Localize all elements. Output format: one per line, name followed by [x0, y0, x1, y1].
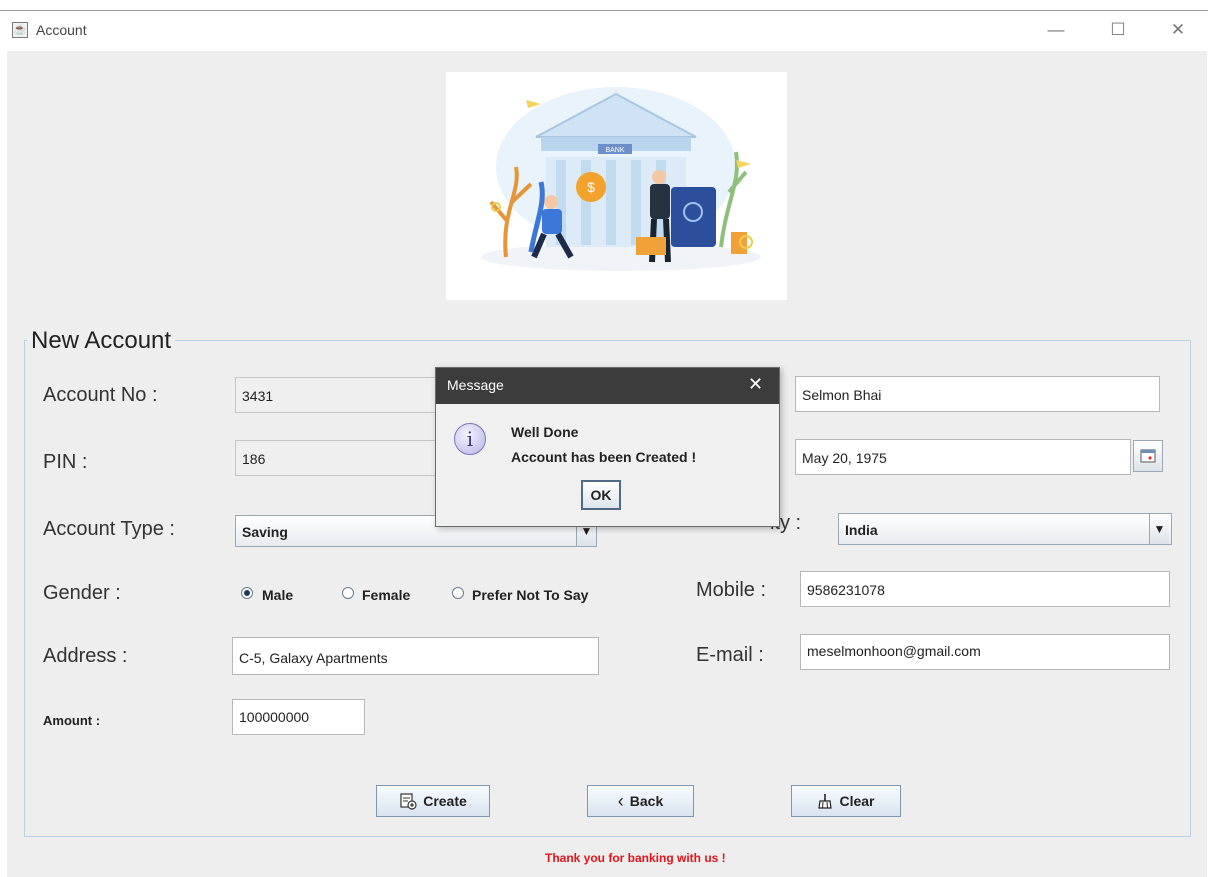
dob-field[interactable]: May 20, 1975 [795, 439, 1131, 475]
bank-illustration: BANK $ [446, 72, 787, 300]
title-bar [0, 11, 1210, 51]
mobile-field[interactable]: 9586231078 [800, 571, 1170, 607]
nationality-select[interactable]: India [838, 513, 1172, 545]
nationality-dropdown-icon[interactable]: ▼ [1149, 514, 1169, 544]
email-field[interactable]: meselmonhoon@gmail.com [800, 634, 1170, 670]
bank-sign: BANK [605, 147, 624, 154]
create-account-icon [400, 793, 417, 810]
svg-text:$: $ [587, 179, 595, 195]
maximize-button[interactable]: ☐ [1103, 18, 1133, 42]
gender-male-radio[interactable] [241, 587, 253, 599]
minimize-button[interactable]: — [1041, 18, 1071, 42]
java-icon: ☕ [12, 22, 28, 38]
gender-female-radio[interactable] [342, 587, 354, 599]
gender-prefer-not-label: Prefer Not To Say [472, 587, 589, 603]
dialog-close-button[interactable]: ✕ [748, 374, 763, 395]
close-button[interactable]: ✕ [1163, 18, 1193, 42]
account-no-label: Account No : [43, 384, 158, 406]
amount-label: Amount : [43, 713, 101, 728]
back-button[interactable]: ‹ Back [587, 785, 694, 817]
address-field[interactable]: C-5, Galaxy Apartments [232, 637, 599, 675]
window-title: Account [36, 22, 87, 38]
account-type-label: Account Type : [43, 518, 175, 540]
chevron-left-icon: ‹ [617, 790, 624, 811]
mobile-label: Mobile : [696, 579, 767, 601]
amount-field[interactable]: 100000000 [232, 699, 365, 735]
back-button-label: Back [629, 793, 664, 809]
gender-prefer-not-radio[interactable] [452, 587, 464, 599]
clear-button[interactable]: Clear [791, 785, 901, 817]
gender-female-label: Female [362, 587, 411, 603]
calendar-icon [1140, 449, 1156, 463]
account-type-value: Saving [242, 524, 288, 540]
dialog-title: Message [447, 377, 504, 393]
footer-message: Thank you for banking with us ! [545, 851, 726, 865]
address-label: Address : [43, 645, 128, 667]
account-no-field[interactable]: 3431 [235, 377, 440, 413]
create-button-label: Create [423, 793, 467, 809]
gender-male-label: Male [262, 587, 294, 603]
message-dialog: Message ✕ i Well Done Account has been C… [435, 367, 780, 527]
dialog-message-line1: Well Done [511, 424, 579, 440]
email-label: E-mail : [696, 644, 764, 666]
info-icon: i [454, 423, 486, 455]
nationality-value: India [845, 522, 878, 538]
pin-label: PIN : [43, 451, 88, 473]
pin-field[interactable]: 186 [235, 440, 440, 476]
broom-icon [818, 794, 833, 809]
group-title: New Account [27, 327, 176, 355]
dialog-ok-button[interactable]: OK [581, 480, 621, 510]
create-button[interactable]: Create [376, 785, 490, 817]
name-field[interactable]: Selmon Bhai [795, 376, 1160, 412]
calendar-button[interactable] [1133, 440, 1163, 472]
gender-label: Gender : [43, 582, 121, 604]
dialog-message-line2: Account has been Created ! [511, 449, 697, 465]
clear-button-label: Clear [839, 793, 875, 809]
